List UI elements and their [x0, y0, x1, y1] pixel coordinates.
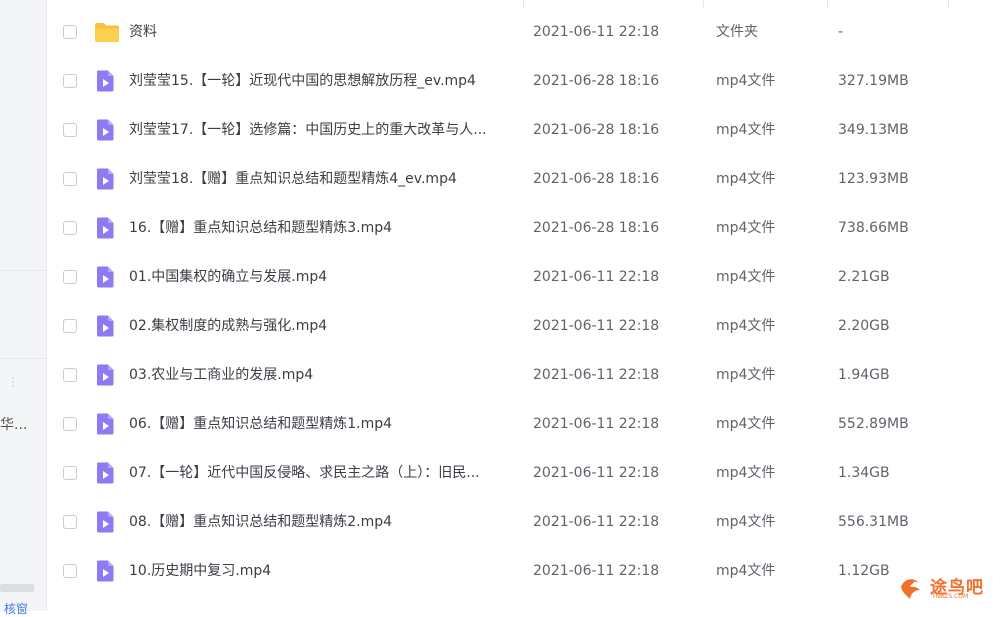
file-modified-date: 2021-06-28 18:16 — [533, 122, 660, 138]
file-size: - — [838, 24, 844, 40]
file-name[interactable]: 刘莹莹17.【一轮】选修篇：中国历史上的重大改革与人... — [129, 106, 487, 155]
row-checkbox[interactable] — [63, 417, 77, 431]
file-name[interactable]: 资料 — [129, 8, 157, 57]
row-checkbox[interactable] — [63, 221, 77, 235]
file-size: 1.94GB — [838, 367, 890, 383]
row-checkbox[interactable] — [63, 74, 77, 88]
file-modified-date: 2021-06-11 22:18 — [533, 514, 660, 530]
video-file-icon — [94, 315, 116, 337]
file-row[interactable]: 刘莹莹15.【一轮】近现代中国的思想解放历程_ev.mp4 2021-06-28 … — [46, 57, 1000, 106]
file-name[interactable]: 刘莹莹18.【赠】重点知识总结和题型精炼4_ev.mp4 — [129, 155, 457, 204]
row-checkbox[interactable] — [63, 123, 77, 137]
sidebar-scrollbar[interactable] — [0, 584, 34, 592]
watermark-subtext: TNBZS.COM — [932, 593, 969, 600]
file-modified-date: 2021-06-28 18:16 — [533, 73, 660, 89]
file-type: mp4文件 — [716, 122, 776, 138]
video-file-icon — [94, 511, 116, 533]
file-name[interactable]: 03.农业与工商业的发展.mp4 — [129, 351, 313, 400]
row-checkbox[interactable] — [63, 368, 77, 382]
file-type: mp4文件 — [716, 367, 776, 383]
row-checkbox[interactable] — [63, 270, 77, 284]
file-row[interactable]: 10.历史期中复习.mp4 2021-06-11 22:18 mp4文件 1.12GB — [46, 547, 1000, 596]
file-modified-date: 2021-06-28 18:16 — [533, 171, 660, 187]
row-checkbox[interactable] — [63, 564, 77, 578]
file-modified-date: 2021-06-11 22:18 — [533, 416, 660, 432]
file-type: mp4文件 — [716, 465, 776, 481]
file-type: mp4文件 — [716, 269, 776, 285]
file-size: 552.89MB — [838, 416, 909, 432]
file-type: mp4文件 — [716, 563, 776, 579]
file-size: 123.93MB — [838, 171, 909, 187]
file-size: 327.19MB — [838, 73, 909, 89]
file-row[interactable]: 01.中国集权的确立与发展.mp4 2021-06-11 22:18 mp4文件 2.… — [46, 253, 1000, 302]
file-type: mp4文件 — [716, 514, 776, 530]
file-row[interactable]: 03.农业与工商业的发展.mp4 2021-06-11 22:18 mp4文件 1.9… — [46, 351, 1000, 400]
file-row[interactable]: 07.【一轮】近代中国反侵略、求民主之路（上）：旧民... 2021-06-11 … — [46, 449, 1000, 498]
file-size: 2.21GB — [838, 269, 890, 285]
file-modified-date: 2021-06-11 22:18 — [533, 318, 660, 334]
video-file-icon — [94, 413, 116, 435]
folder-icon — [94, 21, 119, 43]
file-modified-date: 2021-06-11 22:18 — [533, 24, 660, 40]
site-watermark: 途鸟吧 TNBZS.COM — [898, 573, 994, 603]
sidebar-item-label[interactable]: 华... — [0, 414, 27, 434]
file-type: mp4文件 — [716, 416, 776, 432]
row-checkbox[interactable] — [63, 319, 77, 333]
file-row[interactable]: 刘莹莹18.【赠】重点知识总结和题型精炼4_ev.mp4 2021-06-28 1… — [46, 155, 1000, 204]
file-name[interactable]: 10.历史期中复习.mp4 — [129, 547, 271, 596]
file-size: 1.34GB — [838, 465, 890, 481]
file-row[interactable]: 刘莹莹17.【一轮】选修篇：中国历史上的重大改革与人... 2021-06-28 … — [46, 106, 1000, 155]
sidebar-bottom-link[interactable]: 核窗 — [4, 600, 28, 617]
file-type: 文件夹 — [716, 24, 758, 40]
bird-logo-icon — [901, 579, 920, 599]
video-file-icon — [94, 364, 116, 386]
file-row[interactable]: 08.【赠】重点知识总结和题型精炼2.mp4 2021-06-11 22:18 mp… — [46, 498, 1000, 547]
video-file-icon — [94, 168, 116, 190]
sidebar-divider — [0, 358, 46, 359]
file-row[interactable]: 02.集权制度的成熟与强化.mp4 2021-06-11 22:18 mp4文件 2.… — [46, 302, 1000, 351]
video-file-icon — [94, 119, 116, 141]
video-file-icon — [94, 560, 116, 582]
file-modified-date: 2021-06-11 22:18 — [533, 563, 660, 579]
row-checkbox[interactable] — [63, 515, 77, 529]
file-type: mp4文件 — [716, 73, 776, 89]
video-file-icon — [94, 462, 116, 484]
file-type: mp4文件 — [716, 171, 776, 187]
file-modified-date: 2021-06-11 22:18 — [533, 465, 660, 481]
video-file-icon — [94, 266, 116, 288]
more-options-icon[interactable]: · · · — [10, 372, 16, 392]
file-modified-date: 2021-06-11 22:18 — [533, 367, 660, 383]
file-size: 1.12GB — [838, 563, 890, 579]
file-list: 资料 2021-06-11 22:18 文件夹 - 刘莹莹15.【一轮】近现代中国的思想… — [46, 8, 1000, 596]
file-name[interactable]: 02.集权制度的成熟与强化.mp4 — [129, 302, 327, 351]
file-size: 738.66MB — [838, 220, 909, 236]
file-name[interactable]: 01.中国集权的确立与发展.mp4 — [129, 253, 327, 302]
file-name[interactable]: 06.【赠】重点知识总结和题型精炼1.mp4 — [129, 400, 392, 449]
file-row[interactable]: 16.【赠】重点知识总结和题型精炼3.mp4 2021-06-28 18:16 mp… — [46, 204, 1000, 253]
file-modified-date: 2021-06-11 22:18 — [533, 269, 660, 285]
video-file-icon — [94, 70, 116, 92]
row-checkbox[interactable] — [63, 25, 77, 39]
file-name[interactable]: 刘莹莹15.【一轮】近现代中国的思想解放历程_ev.mp4 — [129, 57, 476, 106]
file-size: 2.20GB — [838, 318, 890, 334]
file-size: 556.31MB — [838, 514, 909, 530]
file-size: 349.13MB — [838, 122, 909, 138]
column-header-dividers — [0, 0, 1000, 8]
sidebar-divider — [0, 270, 46, 271]
row-checkbox[interactable] — [63, 466, 77, 480]
sidebar-panel: · · · 华... 核窗 — [0, 0, 47, 616]
row-checkbox[interactable] — [63, 172, 77, 186]
file-modified-date: 2021-06-28 18:16 — [533, 220, 660, 236]
file-row[interactable]: 06.【赠】重点知识总结和题型精炼1.mp4 2021-06-11 22:18 mp… — [46, 400, 1000, 449]
file-row[interactable]: 资料 2021-06-11 22:18 文件夹 - — [46, 8, 1000, 57]
file-type: mp4文件 — [716, 318, 776, 334]
video-file-icon — [94, 217, 116, 239]
file-type: mp4文件 — [716, 220, 776, 236]
file-name[interactable]: 16.【赠】重点知识总结和题型精炼3.mp4 — [129, 204, 392, 253]
file-name[interactable]: 07.【一轮】近代中国反侵略、求民主之路（上）：旧民... — [129, 449, 480, 498]
file-name[interactable]: 08.【赠】重点知识总结和题型精炼2.mp4 — [129, 498, 392, 547]
